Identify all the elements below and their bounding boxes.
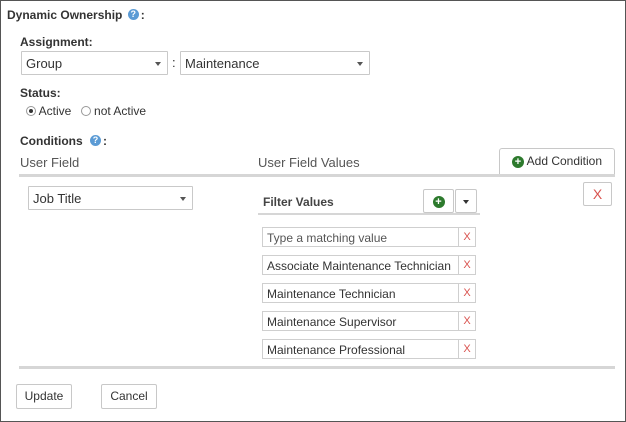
remove-condition-button[interactable]: X [583,182,612,206]
list-item: Maintenance Technician X [262,283,476,303]
chevron-down-icon [463,200,469,204]
user-field-header: User Field [20,155,80,170]
add-condition-button[interactable]: + Add Condition [499,148,615,175]
status-label: Status: [20,86,61,100]
status-active-label[interactable]: Active [39,104,72,118]
section-title-suffix: : [140,8,145,22]
assignment-type-select[interactable]: Group [21,51,168,75]
assignment-target-select[interactable]: Maintenance [180,51,370,75]
question-circle-icon[interactable]: ? [127,9,139,21]
assignment-label: Assignment: [20,35,93,49]
delete-value-button[interactable]: X [458,340,475,358]
filter-value-text: Maintenance Professional [267,343,406,357]
delete-value-button[interactable]: X [458,312,475,330]
filter-options-dropdown[interactable] [455,189,477,213]
plus-circle-icon: + [511,155,524,168]
filter-values-divider [258,213,480,215]
chevron-down-icon [357,62,363,66]
list-item: Maintenance Supervisor X [262,311,476,331]
list-item: Associate Maintenance Technician X [262,255,476,275]
conditions-footer-divider [19,366,615,369]
status-active-radio[interactable] [26,105,36,116]
delete-value-button[interactable]: X [458,284,475,302]
list-item: Maintenance Professional X [262,339,476,359]
status-radio-group: Active not Active [26,104,146,118]
user-field-value: Job Title [33,191,82,206]
status-not-active-radio[interactable] [80,105,91,116]
conditions-label: Conditions ?: [20,134,107,148]
assignment-separator: : [172,55,176,70]
value-search-input[interactable]: Type a matching value [267,231,387,245]
add-value-button[interactable]: + [423,189,454,213]
assignment-target-value: Maintenance [185,56,260,71]
user-field-values-header: User Field Values [258,155,360,170]
cancel-button[interactable]: Cancel [101,384,157,409]
add-condition-label: Add Condition [526,154,603,168]
conditions-label-text: Conditions [20,134,83,148]
filter-value-text: Maintenance Supervisor [267,315,397,329]
filter-values-label: Filter Values [263,195,334,209]
section-title: Dynamic Ownership ?: [7,8,145,22]
assignment-type-value: Group [26,56,63,71]
conditions-label-suffix: : [103,134,107,148]
filter-value-text: Maintenance Technician [267,287,396,301]
user-field-select[interactable]: Job Title [28,186,193,210]
section-title-text: Dynamic Ownership [7,8,123,22]
update-button[interactable]: Update [16,384,72,409]
value-input-row[interactable]: Type a matching value X [262,227,476,247]
chevron-down-icon [180,197,186,201]
filter-value-text: Associate Maintenance Technician [267,259,451,273]
plus-circle-icon: + [432,195,445,208]
status-not-active-label[interactable]: not Active [94,104,146,118]
chevron-down-icon [155,62,161,66]
clear-value-button[interactable]: X [458,228,475,246]
conditions-header-divider [19,174,615,177]
delete-value-button[interactable]: X [458,256,475,274]
question-circle-icon[interactable]: ? [90,135,101,147]
